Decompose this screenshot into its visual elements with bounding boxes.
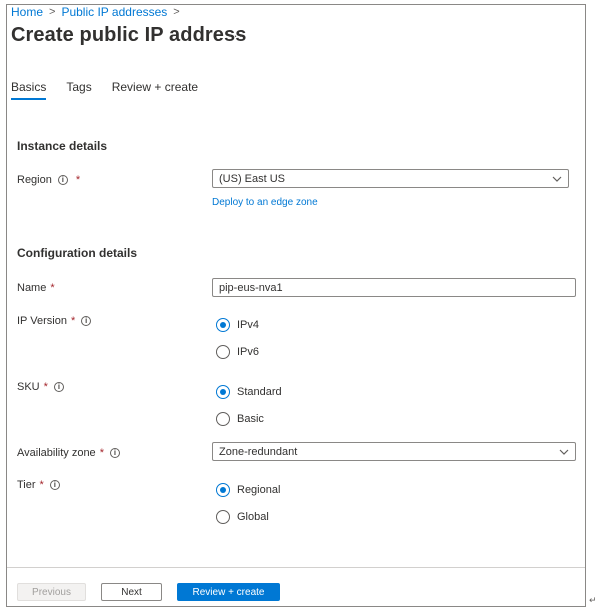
required-marker: * <box>75 174 81 186</box>
required-marker: * <box>39 479 44 491</box>
more-icon[interactable]: ··· <box>228 28 244 43</box>
deploy-edge-zone-link[interactable]: Deploy to an edge zone <box>212 197 318 208</box>
name-label-text: Name <box>17 282 47 294</box>
previous-button[interactable]: Previous <box>17 583 86 601</box>
ip-version-ipv6-label: IPv6 <box>237 346 260 358</box>
region-label: Region i * <box>17 174 80 186</box>
radio-selected-icon <box>216 483 230 497</box>
footer-divider <box>7 567 585 568</box>
name-input[interactable] <box>212 278 576 297</box>
required-marker: * <box>43 381 48 393</box>
info-icon[interactable]: i <box>53 382 64 392</box>
availability-zone-label-text: Availability zone <box>17 447 96 459</box>
radio-selected-icon <box>216 318 230 332</box>
radio-selected-icon <box>216 385 230 399</box>
configuration-details-heading: Configuration details <box>17 246 137 260</box>
tier-label: Tier * i <box>17 479 60 491</box>
tier-regional-radio[interactable]: Regional <box>216 483 280 497</box>
tier-regional-label: Regional <box>237 484 281 496</box>
region-value: (US) East US <box>219 172 286 185</box>
availability-zone-dropdown[interactable]: Zone-redundant <box>212 442 576 461</box>
sku-basic-label: Basic <box>237 413 264 425</box>
sku-standard-radio[interactable]: Standard <box>216 385 282 399</box>
availability-zone-value: Zone-redundant <box>219 445 298 458</box>
region-label-text: Region <box>17 174 52 186</box>
chevron-down-icon <box>559 449 569 455</box>
tab-bar: Basics Tags Review + create <box>11 80 218 100</box>
tier-global-label: Global <box>237 511 269 523</box>
tier-global-radio[interactable]: Global <box>216 510 269 524</box>
breadcrumb-separator: > <box>49 6 56 18</box>
radio-unselected-icon <box>216 345 230 359</box>
ip-version-label: IP Version * i <box>17 315 92 327</box>
tab-review-create[interactable]: Review + create <box>112 80 198 100</box>
sku-label-text: SKU <box>17 381 40 393</box>
tier-label-text: Tier <box>17 479 36 491</box>
info-icon[interactable]: i <box>81 316 92 326</box>
breadcrumb: Home > Public IP addresses > <box>11 5 186 19</box>
tab-basics[interactable]: Basics <box>11 80 47 100</box>
sku-standard-label: Standard <box>237 386 282 398</box>
breadcrumb-home[interactable]: Home <box>11 5 43 19</box>
sku-label: SKU * i <box>17 381 64 393</box>
breadcrumb-separator: > <box>173 6 180 18</box>
paragraph-return-mark: ↵ <box>589 596 597 606</box>
radio-unselected-icon <box>216 510 230 524</box>
next-button[interactable]: Next <box>101 583 162 601</box>
info-icon[interactable]: i <box>109 448 120 458</box>
required-marker: * <box>70 315 76 327</box>
page-title: Create public IP address <box>11 24 247 46</box>
region-dropdown[interactable]: (US) East US <box>212 169 569 188</box>
required-marker: * <box>99 447 104 459</box>
instance-details-heading: Instance details <box>17 139 108 153</box>
info-icon[interactable]: i <box>57 175 68 185</box>
radio-unselected-icon <box>216 412 230 426</box>
chevron-down-icon <box>552 176 562 182</box>
ip-version-ipv4-label: IPv4 <box>237 319 260 331</box>
availability-zone-label: Availability zone * i <box>17 447 120 459</box>
tab-tags[interactable]: Tags <box>66 80 91 100</box>
ip-version-ipv6-radio[interactable]: IPv6 <box>216 345 259 359</box>
ip-version-label-text: IP Version <box>17 315 67 327</box>
breadcrumb-public-ip-addresses[interactable]: Public IP addresses <box>61 5 167 19</box>
ip-version-ipv4-radio[interactable]: IPv4 <box>216 318 259 332</box>
info-icon[interactable]: i <box>49 480 60 490</box>
required-marker: * <box>50 282 55 294</box>
review-create-button[interactable]: Review + create <box>177 583 280 601</box>
name-label: Name * <box>17 282 55 294</box>
sku-basic-radio[interactable]: Basic <box>216 412 264 426</box>
